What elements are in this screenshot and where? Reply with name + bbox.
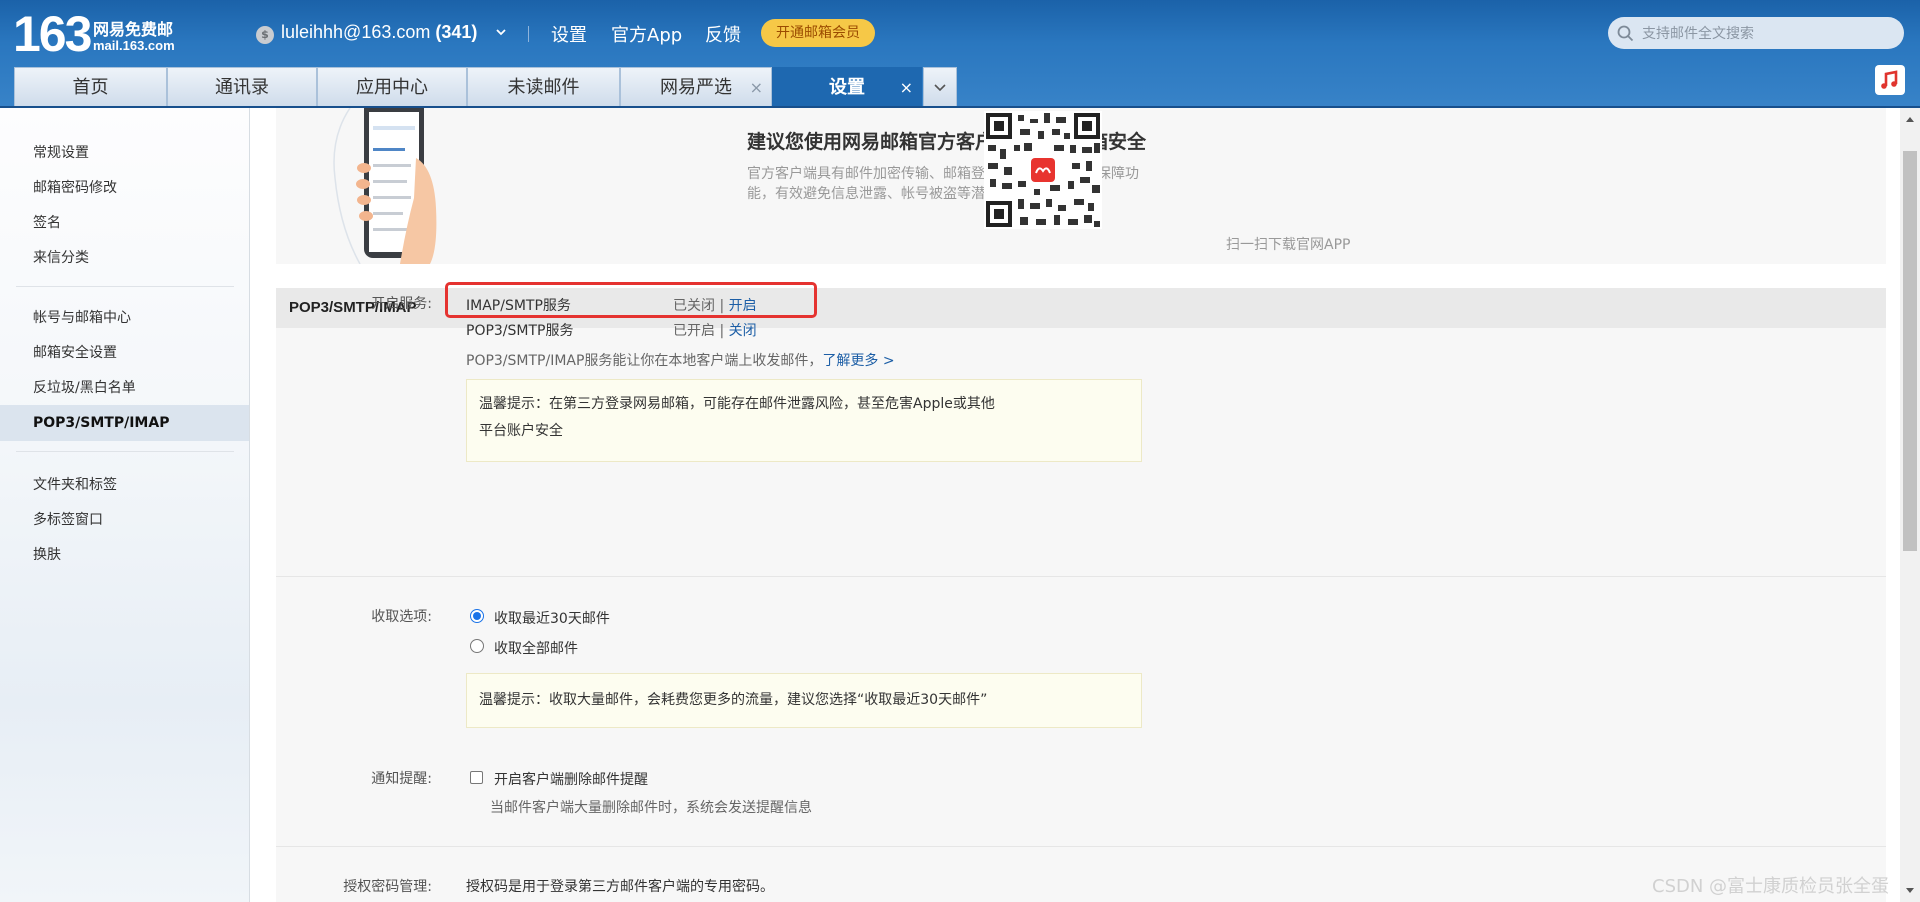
chevron-down-icon [934,84,946,92]
radio-all-mail[interactable] [470,639,484,653]
radio-recent-30-days-label[interactable]: 收取最近30天邮件 [494,608,610,628]
sidebar-item-antispam[interactable]: 反垃圾/黑白名单 [33,377,136,397]
delete-alert-checkbox[interactable] [470,771,483,784]
status-separator: | [719,323,725,339]
header-official-app-link[interactable]: 官方App [611,21,682,47]
tab-label: 网易严选 [660,77,732,98]
scroll-up-icon[interactable] [1904,114,1916,124]
tab-yanxuan[interactable]: 网易严选 × [620,67,772,106]
watermark: CSDN @富士康质检员张全蛋 [1652,876,1890,897]
traffic-tip-text: 温馨提示：收取大量邮件，会耗费您更多的流量，建议您选择“收取最近30天邮件” [479,692,988,708]
sidebar-item-account-center[interactable]: 帐号与邮箱中心 [33,307,131,327]
tab-label: 应用中心 [356,77,428,98]
security-tip-line1: 温馨提示：在第三方登录网易邮箱，可能存在邮件泄露风险，甚至危害Apple或其他 [479,396,995,412]
notify-label: 通知提醒: [371,771,432,787]
tab-unread[interactable]: 未读邮件 [467,67,620,106]
radio-recent-30-days[interactable] [470,609,484,623]
unread-count: (341) [435,22,478,42]
sidebar-item-folders-labels[interactable]: 文件夹和标签 [33,474,117,494]
tab-label: 首页 [72,77,109,98]
tab-settings[interactable]: 设置 × [772,67,922,106]
close-icon[interactable]: × [750,68,763,107]
tab-app-center[interactable]: 应用中心 [317,67,467,106]
scrollbar-thumb[interactable] [1903,151,1917,551]
top-header: 163 网易免费邮 mail.163.com $ luleihhh@163.co… [0,0,1920,108]
search-icon [1617,25,1634,42]
qr-code-icon[interactable] [984,111,1102,229]
sidebar-item-password[interactable]: 邮箱密码修改 [33,177,117,197]
pop3-service-status: 已开启 | 关闭 [673,320,757,340]
chevron-down-icon[interactable] [494,25,508,39]
phone-illustration [333,108,437,264]
sidebar-divider [16,451,234,452]
user-account[interactable]: luleihhh@163.com (341) [281,22,477,43]
search-input[interactable] [1640,17,1894,51]
sidebar-divider [16,286,234,287]
tab-label: 设置 [829,77,865,98]
header-feedback-link[interactable]: 反馈 [705,21,741,47]
security-tip-line2: 平台账户安全 [479,423,563,439]
services-label: 开启服务: [371,296,432,312]
auth-password-description: 授权码是用于登录第三方邮件客户端的专用密码。 [466,879,774,895]
sidebar-item-mail-filter[interactable]: 来信分类 [33,247,89,267]
tab-more-button[interactable] [923,67,957,106]
pop3-disable-link[interactable]: 关闭 [729,323,757,339]
vip-button[interactable]: 开通邮箱会员 [761,19,875,47]
pop3-service-name: POP3/SMTP服务 [466,323,574,339]
sidebar-item-pop3-smtp-imap[interactable]: POP3/SMTP/IMAP [0,405,249,441]
section-divider [276,576,1886,577]
tab-label: 通讯录 [215,77,269,98]
coin-icon[interactable]: $ [256,26,274,44]
security-tip: 温馨提示：在第三方登录网易邮箱，可能存在邮件泄露风险，甚至危害Apple或其他 … [466,379,1142,462]
pop3-status-text: 已开启 [673,323,715,339]
header-divider [528,26,529,42]
sidebar-item-skin[interactable]: 换肤 [33,544,61,564]
qr-caption: 扫一扫下载官网APP [1226,237,1351,253]
user-email: luleihhh@163.com [281,22,431,42]
music-button[interactable] [1875,65,1905,95]
receive-options-label: 收取选项: [371,609,432,625]
tab-contacts[interactable]: 通讯录 [167,67,317,106]
tab-home[interactable]: 首页 [14,67,167,106]
sidebar-item-security[interactable]: 邮箱安全设置 [33,342,117,362]
sidebar-item-multi-tab[interactable]: 多标签窗口 [33,509,103,529]
close-icon[interactable]: × [900,68,913,107]
header-settings-link[interactable]: 设置 [551,21,587,47]
traffic-tip: 温馨提示：收取大量邮件，会耗费您更多的流量，建议您选择“收取最近30天邮件” [466,673,1142,728]
service-note-text: POP3/SMTP/IMAP服务能让你在本地客户端上收发邮件， [466,353,823,369]
settings-sidebar: 常规设置 邮箱密码修改 签名 来信分类 帐号与邮箱中心 邮箱安全设置 反垃圾/黑… [0,108,250,902]
logo-163[interactable]: 163 [13,4,92,64]
learn-more-link[interactable]: 了解更多 > [822,353,894,369]
tab-label: 未读邮件 [507,77,580,98]
sidebar-item-general[interactable]: 常规设置 [33,142,89,162]
radio-all-mail-label[interactable]: 收取全部邮件 [494,638,578,658]
delete-alert-checkbox-label[interactable]: 开启客户端删除邮件提醒 [494,769,648,789]
logo-name: 网易免费邮 [93,20,174,39]
delete-alert-description: 当邮件客户端大量删除邮件时，系统会发送提醒信息 [490,800,812,816]
section-divider [276,846,1886,847]
highlight-box [445,282,817,318]
logo-domain: mail.163.com [93,38,175,53]
service-note: POP3/SMTP/IMAP服务能让你在本地客户端上收发邮件，了解更多 > [466,350,895,370]
scroll-down-icon[interactable] [1904,886,1916,896]
auth-password-label: 授权密码管理: [343,879,432,895]
music-note-icon [1881,70,1898,89]
sidebar-item-signature[interactable]: 签名 [33,212,61,232]
